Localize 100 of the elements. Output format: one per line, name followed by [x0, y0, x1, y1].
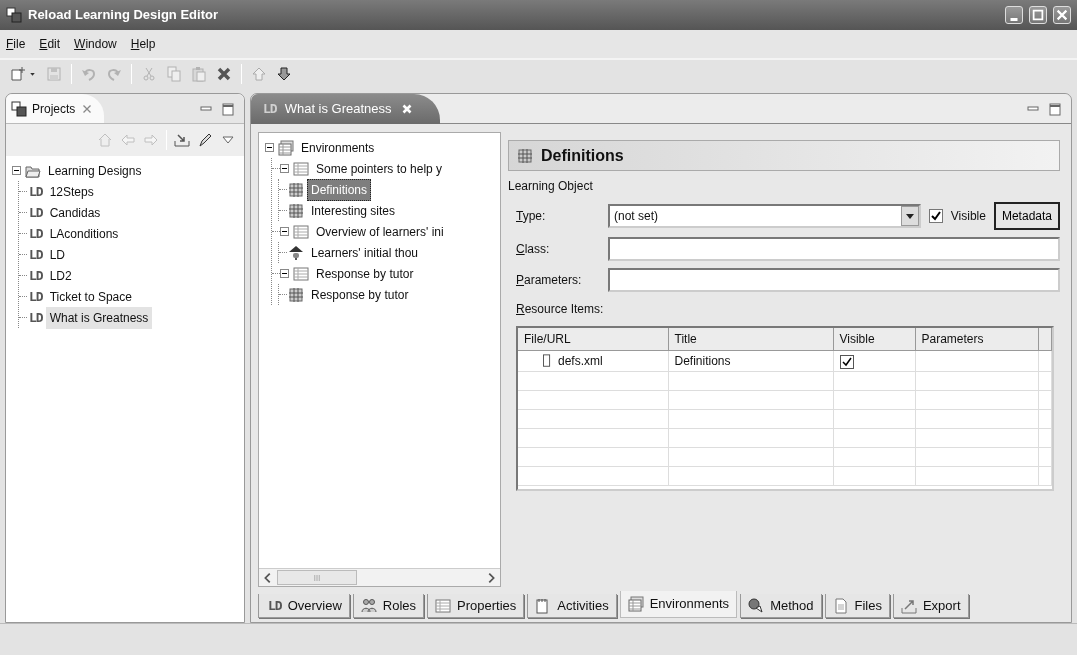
projects-tab[interactable]: Projects — [6, 94, 105, 123]
tree-item[interactable]: LAconditions — [45, 222, 123, 245]
ld-icon: LD — [29, 244, 43, 265]
ld-icon: LD — [29, 286, 43, 307]
ld-icon: LD — [29, 202, 43, 223]
section-title: Definitions — [541, 145, 624, 166]
document-icon — [832, 597, 849, 614]
editor-page-tab[interactable]: Files — [824, 594, 890, 618]
checkbox-label: Visible — [950, 208, 986, 225]
editor-page-tab[interactable]: Method — [740, 594, 822, 618]
column-header[interactable]: Visible — [833, 328, 915, 351]
ld-icon: LD — [29, 307, 43, 328]
editor-tab[interactable]: LD What is Greatness — [251, 93, 440, 124]
editor-page-tab[interactable]: Export — [892, 594, 969, 618]
collapse-icon[interactable] — [280, 269, 289, 278]
export-icon — [900, 597, 917, 614]
editor-page-tab[interactable]: Activities — [527, 594, 617, 618]
collapse-icon[interactable] — [280, 164, 289, 173]
tab-label: Projects — [32, 100, 76, 118]
collapse-icon[interactable] — [265, 143, 274, 152]
tree-item[interactable]: LD — [45, 243, 69, 266]
field-label: Parameters: — [516, 272, 583, 289]
field-label: Class: — [516, 241, 551, 258]
column-header[interactable]: Parameters — [915, 328, 1038, 351]
down-arrow-icon[interactable] — [276, 66, 292, 82]
ld-icon: LD — [263, 98, 277, 119]
tree-item[interactable]: Candidas — [45, 201, 105, 224]
tab-label: Roles — [382, 596, 417, 615]
app-icon — [11, 100, 27, 117]
collapse-icon[interactable] — [280, 227, 289, 236]
text-field[interactable] — [608, 237, 1060, 261]
section-label: Resource Items: — [516, 301, 605, 318]
grid-icon — [288, 181, 304, 198]
figure-icon — [288, 244, 304, 261]
collapse-icon[interactable] — [12, 166, 21, 175]
tree-item[interactable]: Learners' initial thou — [307, 241, 423, 264]
table-stack-icon — [627, 596, 644, 612]
editor-page-tab[interactable]: Environments — [619, 591, 738, 618]
tab-label: Export — [922, 596, 961, 615]
ld-icon: LD — [29, 181, 43, 202]
import-icon[interactable] — [174, 132, 190, 148]
dropdown-value: (not set) — [614, 208, 658, 225]
tab-label: What is Greatness — [284, 99, 392, 118]
minimize-icon — [1010, 17, 1018, 21]
table-icon — [293, 265, 309, 282]
tree-item[interactable]: Overview of learners' ini — [312, 220, 448, 243]
menu-item[interactable]: Help — [130, 35, 156, 53]
horizontal-scrollbar[interactable] — [259, 568, 500, 586]
editor-page-tab[interactable]: Properties — [427, 594, 525, 618]
maximize-icon[interactable] — [220, 100, 236, 117]
column-header[interactable]: File/URL — [518, 328, 668, 351]
grid-icon — [288, 202, 304, 219]
visible-checkbox[interactable] — [839, 354, 854, 369]
window-title: Reload Learning Design Editor — [28, 6, 218, 25]
table-icon — [293, 160, 309, 177]
new-file-icon[interactable] — [10, 66, 26, 82]
tab-label: Overview — [287, 596, 342, 615]
ld-icon: LD — [268, 595, 282, 616]
visible-checkbox[interactable] — [928, 209, 943, 223]
maximize-button[interactable] — [1029, 6, 1047, 24]
table-stack-icon — [278, 139, 294, 156]
tree-item[interactable]: Ticket to Space — [45, 285, 136, 308]
editor-page-tab[interactable]: LD Overview — [258, 594, 350, 618]
menu-item[interactable]: Window — [74, 35, 117, 53]
column-header[interactable]: Title — [668, 328, 833, 351]
maximize-icon[interactable] — [1047, 100, 1063, 117]
tree-item[interactable]: Response by tutor — [312, 262, 418, 285]
subtitle: Learning Object — [508, 178, 594, 195]
tree-item[interactable]: Response by tutor — [307, 283, 413, 306]
close-button[interactable] — [1053, 6, 1071, 24]
menu-item[interactable]: File — [6, 35, 26, 53]
tree-item[interactable]: LD2 — [45, 264, 76, 287]
text-field[interactable] — [608, 268, 1060, 292]
tab-label: Method — [770, 596, 814, 615]
ld-icon: LD — [29, 223, 43, 244]
grid-icon — [288, 286, 304, 303]
editor-page-tab[interactable]: Roles — [352, 594, 425, 618]
type-dropdown[interactable]: (not set) — [608, 204, 921, 228]
tree-item[interactable]: What is Greatness — [45, 306, 153, 329]
tree-item[interactable]: Interesting sites — [307, 199, 400, 222]
metadata-button[interactable]: Metadata — [993, 202, 1060, 230]
scroll-thumb[interactable] — [277, 570, 357, 585]
grid-icon — [517, 147, 533, 164]
tree-item[interactable]: Definitions — [307, 178, 372, 201]
tab-label: Activities — [557, 596, 609, 615]
table-icon — [435, 597, 452, 614]
tree-item[interactable]: 12Steps — [45, 180, 98, 203]
tab-label: Files — [854, 596, 882, 615]
file-name: defs.xml — [558, 353, 603, 370]
app-icon — [6, 7, 22, 23]
table-cell: Definitions — [668, 350, 833, 372]
tree-item[interactable]: Learning Designs — [44, 159, 146, 182]
ld-icon: LD — [29, 265, 43, 286]
cursor-icon — [748, 597, 765, 614]
delete-icon[interactable] — [216, 66, 232, 82]
pen-icon[interactable] — [197, 132, 213, 148]
tree-item[interactable]: Some pointers to help y — [312, 157, 447, 180]
minimize-button[interactable] — [1005, 6, 1023, 24]
tree-item[interactable]: Environments — [297, 136, 379, 159]
menu-item[interactable]: Edit — [39, 35, 61, 53]
